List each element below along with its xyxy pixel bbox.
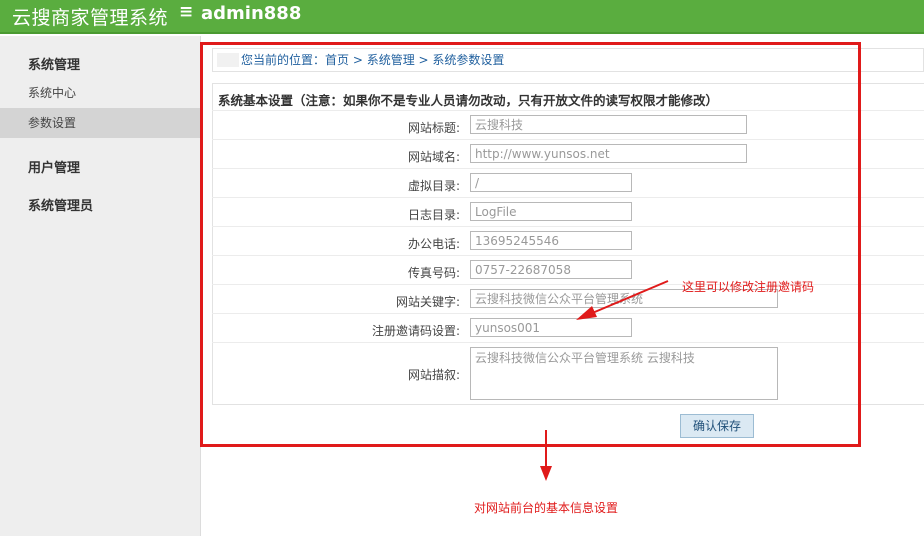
annotation-arrows [540, 280, 669, 481]
arrow-to-invite-icon [576, 280, 669, 320]
arrow-down-icon [540, 430, 552, 481]
